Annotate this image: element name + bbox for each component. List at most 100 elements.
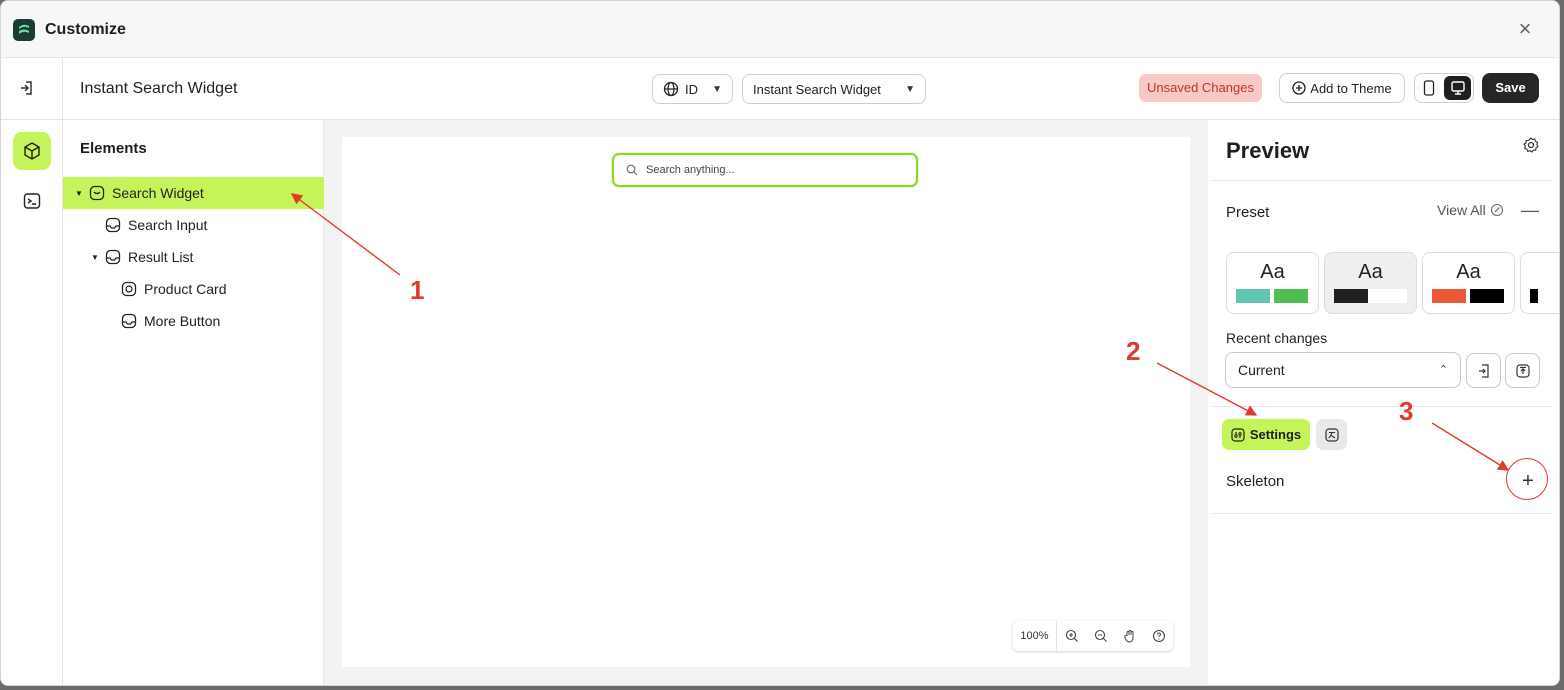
add-to-theme-button[interactable]: Add to Theme [1279,73,1405,103]
edit-icon [1490,204,1503,216]
desktop-icon [1450,81,1465,95]
preview-title: Preview [1226,138,1310,163]
zoom-level: 100% [1013,621,1057,651]
title-bar: Customize × [1,1,1559,58]
preset-label: Preset [1226,204,1270,221]
window-title: Customize [45,21,126,38]
tab-settings[interactable]: Settings [1222,419,1310,450]
import-button[interactable] [1466,353,1501,388]
zoom-controls: 100% [1013,621,1173,651]
divider [1212,513,1552,514]
save-button[interactable]: Save [1482,73,1539,103]
color-swatch [1368,289,1407,303]
import-icon [1478,363,1489,378]
tree-item-label: Search Widget [112,185,204,201]
elements-rail-button[interactable] [13,132,51,170]
plus-circle-icon [1292,81,1306,95]
chevron-up-down-icon: ⌃ [1438,364,1448,376]
preset-card[interactable]: Aa [1226,252,1319,314]
globe-icon [663,81,679,97]
block-icon [105,249,121,265]
preset-sample: Aa [1358,261,1383,283]
search-icon [626,164,638,176]
tree-item-label: Result List [128,249,194,265]
cube-icon [24,142,40,160]
recent-changes-value: Current [1238,362,1285,378]
elements-panel: Elements ▼ Search Widget Search Input ▼ … [63,120,324,685]
annotation-number: 3 [1399,396,1414,426]
toolbar-divider [62,58,63,120]
gear-icon[interactable] [1522,136,1540,154]
zoom-out-icon[interactable] [1086,621,1115,651]
customize-window: Customize × Instant Search Widget ID ▼ I… [0,0,1560,686]
help-icon[interactable] [1144,621,1173,651]
annotation-highlight-circle [1506,458,1548,500]
product-card-icon [121,281,137,297]
tree-item-search-input[interactable]: Search Input [63,209,324,241]
view-all-link[interactable]: View All [1437,202,1504,218]
preview-canvas[interactable]: Search anything... 100% [342,137,1190,667]
add-to-theme-label: Add to Theme [1310,80,1392,96]
search-input-preview[interactable]: Search anything... [612,153,918,187]
widget-select-value: Instant Search Widget [753,81,881,97]
color-swatch [1530,289,1538,303]
skeleton-label: Skeleton [1226,473,1285,490]
device-toggle [1414,73,1474,103]
tree-item-result-list[interactable]: ▼ Result List [63,241,324,273]
recent-changes-select[interactable]: Current ⌃ [1225,352,1461,388]
language-value: ID [685,81,698,97]
divider [1212,406,1552,407]
desktop-view-button[interactable] [1444,76,1471,100]
annotation-number: 2 [1126,336,1141,366]
block-icon [105,217,121,233]
app-logo-icon [13,19,35,41]
collapse-icon[interactable]: — [1521,200,1539,221]
terminal-icon [23,193,41,209]
color-swatch [1334,289,1368,303]
elements-heading: Elements [80,140,147,157]
tree-item-label: Search Input [128,217,208,233]
annotation-number: 1 [410,275,425,305]
left-rail [1,120,63,685]
upload-icon [1515,363,1530,378]
language-select[interactable]: ID ▼ [652,74,733,104]
mobile-view-button[interactable] [1415,74,1442,102]
translate-icon [1324,427,1339,442]
exit-icon[interactable] [17,78,41,100]
document-title: Instant Search Widget [80,80,238,97]
top-toolbar: Instant Search Widget ID ▼ Instant Searc… [1,58,1559,120]
color-swatch [1432,289,1466,303]
preset-card[interactable]: Aa [1324,252,1417,314]
preset-card-partial[interactable] [1520,252,1559,314]
divider [1212,180,1552,181]
recent-changes-label: Recent changes [1226,330,1328,346]
tab-translate[interactable] [1316,419,1347,450]
hand-icon[interactable] [1115,621,1144,651]
unsaved-changes-badge: Unsaved Changes [1139,74,1262,102]
caret-down-icon[interactable]: ▼ [73,189,85,198]
tree-item-search-widget[interactable]: ▼ Search Widget [63,177,324,209]
zoom-in-icon[interactable] [1057,621,1086,651]
widget-select[interactable]: Instant Search Widget ▼ [742,74,926,104]
canvas-area: Search anything... 100% [324,120,1208,685]
tree-item-more-button[interactable]: More Button [63,305,324,337]
widget-icon [89,185,105,201]
tree-item-product-card[interactable]: Product Card [63,273,324,305]
chevron-down-icon: ▼ [712,83,722,95]
settings-icon [1231,427,1245,442]
mobile-icon [1423,80,1434,96]
color-swatch [1274,289,1308,303]
caret-down-icon[interactable]: ▼ [89,253,101,262]
chevron-down-icon: ▼ [905,83,915,95]
preset-card[interactable]: Aa [1422,252,1515,314]
tree-item-label: Product Card [144,281,227,297]
color-swatch [1470,289,1504,303]
tree-item-label: More Button [144,313,221,329]
block-icon [121,313,137,329]
code-rail-button[interactable] [13,182,51,220]
search-placeholder: Search anything... [646,164,735,176]
close-icon[interactable]: × [1513,17,1537,41]
view-all-label: View All [1437,202,1486,218]
tab-settings-label: Settings [1249,427,1302,442]
export-button[interactable] [1505,353,1540,388]
